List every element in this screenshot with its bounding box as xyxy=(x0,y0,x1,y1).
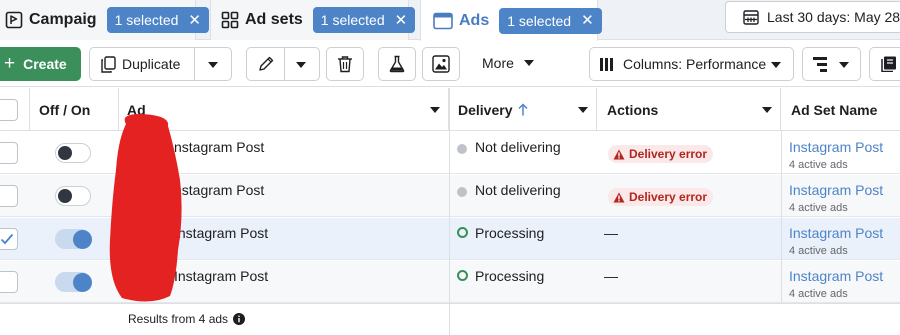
redaction-mark xyxy=(109,114,182,302)
